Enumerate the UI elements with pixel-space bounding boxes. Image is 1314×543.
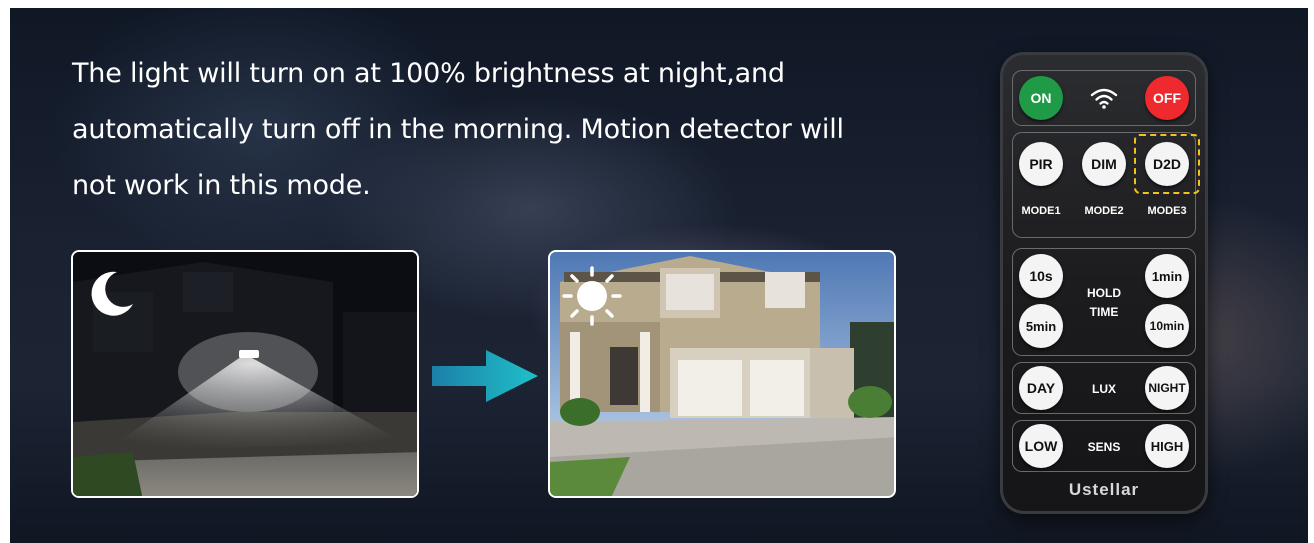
headline-line-3: not work in this mode.	[72, 170, 371, 201]
pir-button[interactable]: PIR	[1019, 142, 1063, 186]
wifi-icon	[1090, 88, 1118, 109]
hold-10s-button[interactable]: 10s	[1019, 254, 1063, 298]
sun-icon	[562, 266, 622, 326]
arrow-right-icon	[432, 350, 538, 402]
night-button[interactable]: NIGHT	[1145, 366, 1189, 410]
headline-line-2: automatically turn off in the morning. M…	[72, 114, 844, 145]
sens-label: SENS	[1087, 440, 1121, 454]
moon-icon	[91, 271, 133, 316]
low-button[interactable]: LOW	[1019, 424, 1063, 468]
day-button[interactable]: DAY	[1019, 366, 1063, 410]
lux-label: LUX	[1092, 382, 1116, 396]
d2d-highlight	[1134, 134, 1200, 194]
hold-5min-button[interactable]: 5min	[1019, 304, 1063, 348]
off-button[interactable]: OFF	[1145, 76, 1189, 120]
headline: The light will turn on at 100% brightnes…	[72, 46, 892, 214]
mode1-label: MODE1	[1021, 205, 1061, 217]
high-button[interactable]: HIGH	[1145, 424, 1189, 468]
hold-1min-button[interactable]: 1min	[1145, 254, 1189, 298]
day-house-photo	[548, 250, 896, 498]
hold-label: HOLD	[1087, 286, 1121, 300]
mode3-label: MODE3	[1147, 205, 1187, 217]
mode2-label: MODE2	[1084, 205, 1124, 217]
headline-line-1: The light will turn on at 100% brightnes…	[72, 58, 785, 89]
remote-control: ON OFF PIR DIM D2D MODE1 MODE2 MODE3 10s…	[1000, 52, 1208, 514]
brand-logo: Ustellar	[1068, 480, 1140, 499]
time-label: TIME	[1089, 305, 1119, 319]
on-button[interactable]: ON	[1019, 76, 1063, 120]
hold-10min-button[interactable]: 10min	[1145, 304, 1189, 348]
night-house-photo	[71, 250, 419, 498]
promo-banner: The light will turn on at 100% brightnes…	[10, 8, 1308, 543]
dim-button[interactable]: DIM	[1082, 142, 1126, 186]
